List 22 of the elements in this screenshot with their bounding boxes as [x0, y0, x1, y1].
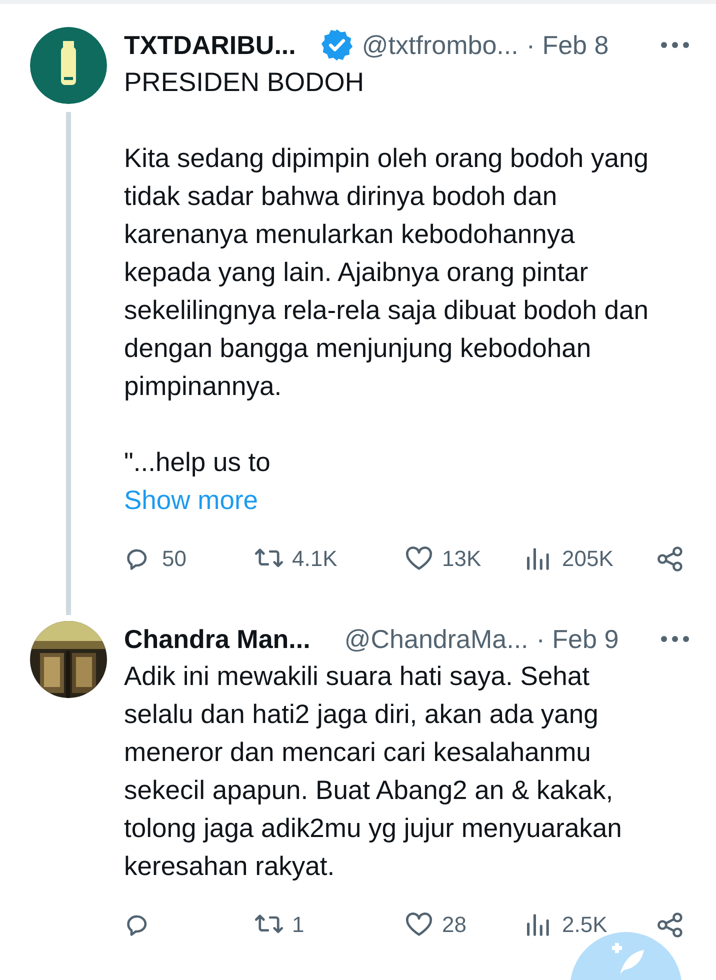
retweet-button[interactable]: 1	[254, 911, 404, 939]
user-handle[interactable]: @txtfrombo...	[362, 30, 518, 60]
retweet-button[interactable]: 4.1K	[254, 545, 404, 573]
post-text: PRESIDEN BODOH	[124, 66, 366, 99]
user-handle[interactable]: @ChandraMa...	[344, 624, 528, 654]
avatar[interactable]	[30, 27, 107, 104]
heart-icon	[404, 911, 434, 939]
more-options-icon[interactable]	[660, 41, 690, 49]
views-button[interactable]: 205K	[524, 545, 656, 573]
views-button[interactable]: 2.5K	[524, 911, 656, 939]
display-name[interactable]: Chandra Man...	[124, 624, 310, 654]
post-date[interactable]: · Feb 9	[536, 624, 619, 654]
reply-button[interactable]: 50	[124, 545, 254, 573]
display-name[interactable]: TXTDARIBU...	[124, 30, 296, 60]
post-text: "...help us to	[124, 446, 272, 479]
more-options-icon[interactable]	[660, 635, 690, 643]
post-text: Kita sedang dipimpin oleh orang bodoh yang tidak sadar bahwa dirinya bodoh dan karenanya menularkan kebodohannya kepada yang lain. Ajaibnya orang pintar sekelilingnya rela-rela saja dibuat bodoh dan dengan bangga menjunjung kebodohan pimpinannya.	[124, 142, 650, 403]
post-text: Adik ini mewakili suara hati saya. Sehat selalu dan hati2 jaga diri, akan ada yang meneror dan mencari cari kesalahanmu sekecil apapun. Buat Abang2 an & kakak, tolong jaga adik2mu yg jujur menyuarakan keresahan rakyat.	[124, 660, 623, 883]
heart-icon	[404, 545, 434, 573]
post-date[interactable]: · Feb 8	[526, 30, 609, 60]
like-button[interactable]: 13K	[404, 545, 524, 573]
like-button[interactable]: 28	[404, 911, 524, 939]
